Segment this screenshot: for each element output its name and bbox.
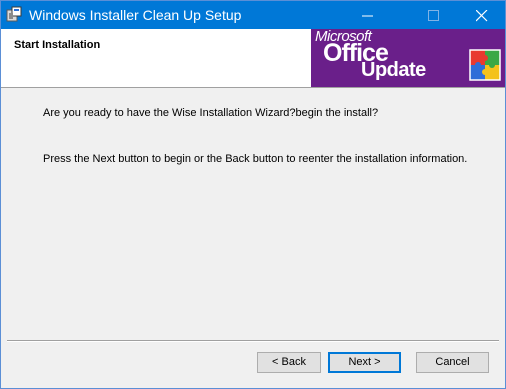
setup-window: Windows Installer Clean Up Setup Start I… — [0, 0, 506, 389]
minimize-button[interactable] — [345, 1, 391, 29]
wizard-header: Start Installation Microsoft Office Upda… — [1, 29, 505, 88]
cancel-button[interactable]: Cancel — [416, 352, 489, 373]
back-button[interactable]: < Back — [257, 352, 321, 373]
close-icon — [476, 10, 488, 22]
installer-app-icon[interactable] — [6, 6, 23, 23]
footer-divider — [7, 340, 499, 342]
instructions-text: Press the Next button to begin or the Ba… — [43, 153, 468, 165]
office-puzzle-icon — [469, 49, 501, 81]
maximize-button[interactable] — [411, 1, 457, 29]
title-bar[interactable]: Windows Installer Clean Up Setup — [1, 1, 505, 29]
page-title: Start Installation — [14, 39, 101, 51]
minimize-icon — [362, 15, 373, 17]
maximize-icon — [428, 10, 439, 21]
office-update-banner: Microsoft Office Update — [311, 29, 505, 87]
window-title: Windows Installer Clean Up Setup — [29, 7, 242, 23]
next-button[interactable]: Next > — [328, 352, 401, 373]
ready-prompt-text: Are you ready to have the Wise Installat… — [43, 107, 379, 119]
close-button[interactable] — [459, 1, 505, 29]
wizard-content: Are you ready to have the Wise Installat… — [1, 88, 505, 342]
banner-update-text: Update — [361, 59, 426, 81]
